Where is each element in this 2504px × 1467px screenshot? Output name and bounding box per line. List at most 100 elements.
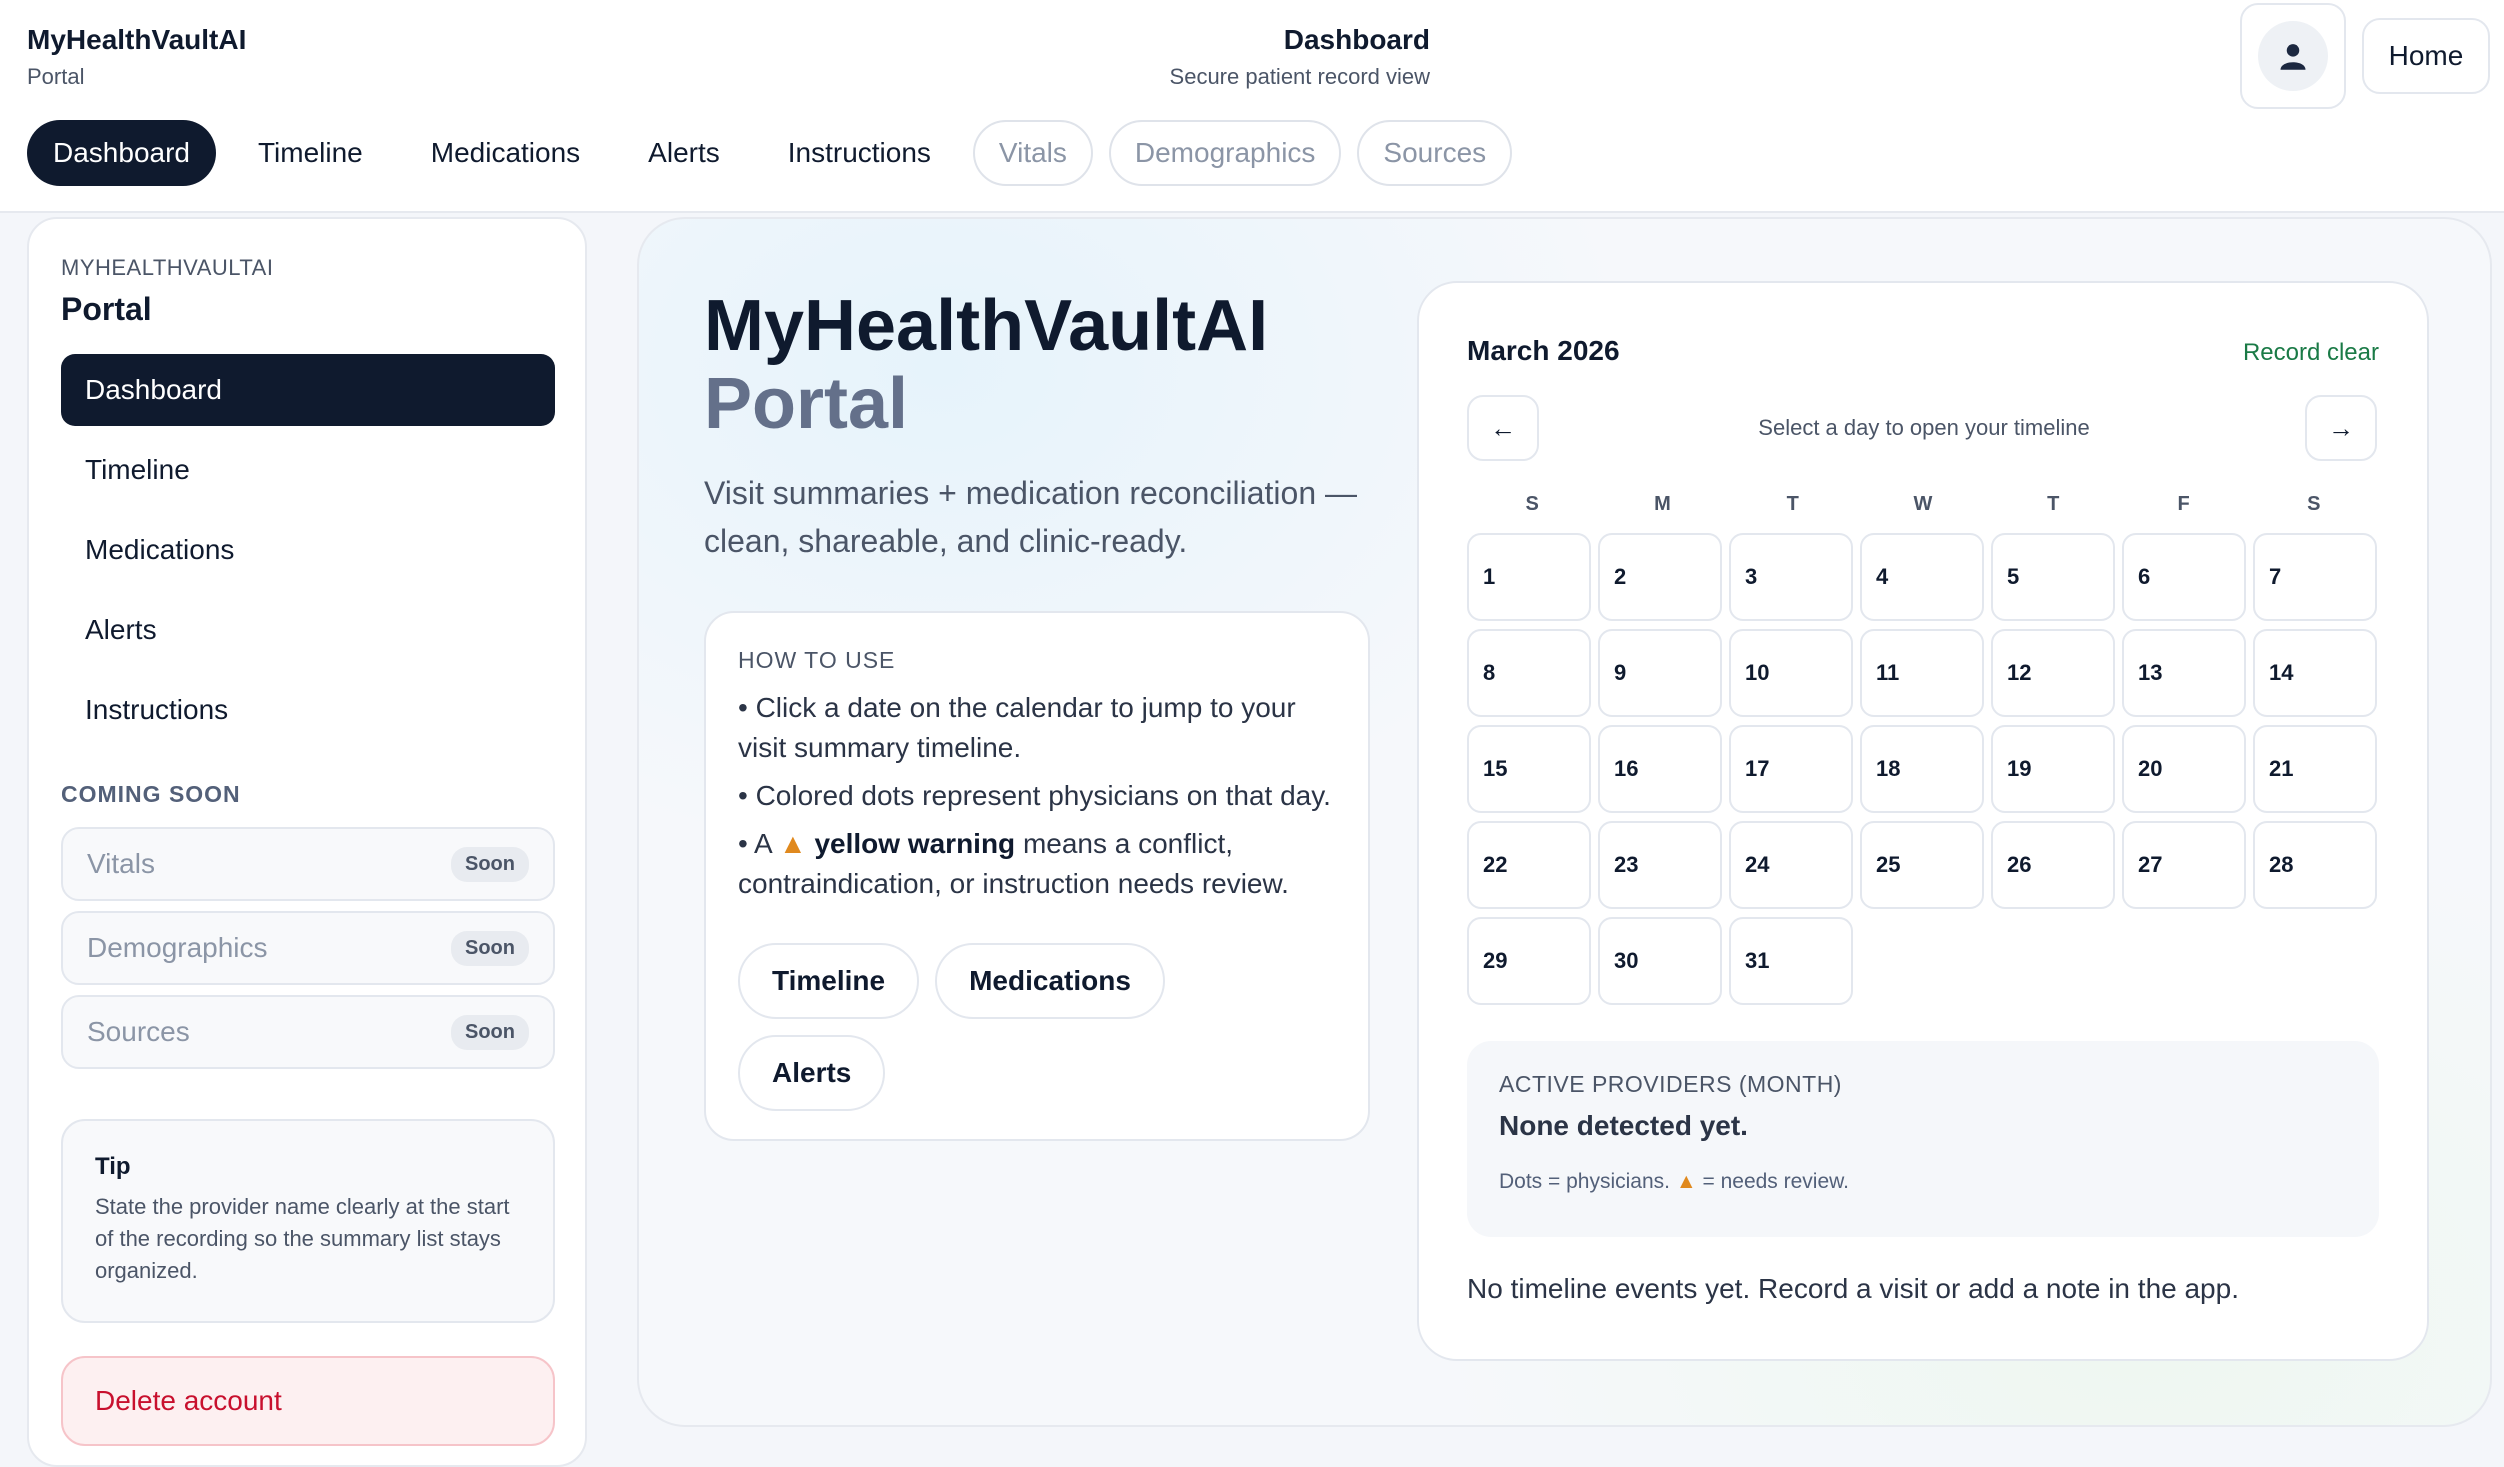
tab-instructions[interactable]: Instructions — [762, 120, 957, 186]
hero-title: MyHealthVaultAI Portal — [704, 287, 1268, 443]
calendar-day[interactable]: 5 — [1991, 533, 2115, 621]
sidebar-item-label: Sources — [87, 1016, 190, 1047]
sidebar-item-label: Vitals — [87, 848, 155, 879]
tab-dashboard[interactable]: Dashboard — [27, 120, 216, 186]
calendar-day[interactable]: 29 — [1467, 917, 1591, 1005]
timeline-button[interactable]: Timeline — [738, 943, 920, 1019]
warning-icon: ▲ — [778, 828, 807, 859]
providers-legend: Dots = physicians. ▲ = needs review. — [1499, 1170, 2347, 1194]
calendar-card: March 2026 Record clear ← Select a day t… — [1417, 281, 2429, 1361]
sidebar-item-dashboard[interactable]: Dashboard — [61, 354, 555, 426]
tab-demographics[interactable]: Demographics — [1108, 120, 1342, 186]
page-title: Dashboard — [1283, 24, 1430, 55]
tab-vitals[interactable]: Vitals — [972, 120, 1093, 186]
calendar-day[interactable]: 18 — [1860, 725, 1984, 813]
hero-description: Visit summaries + medication reconciliat… — [704, 475, 1357, 559]
weekday-label: F — [2177, 493, 2190, 515]
calendar-day[interactable]: 2 — [1598, 533, 1722, 621]
how-to-bullet-prefix: • A — [738, 828, 772, 859]
coming-soon-list: Vitals Soon Demographics Soon Sources So… — [61, 827, 555, 1079]
calendar-day[interactable]: 4 — [1860, 533, 1984, 621]
warning-icon: ▲ — [1675, 1170, 1697, 1193]
app-subtitle: Portal — [27, 64, 85, 89]
calendar-day[interactable]: 9 — [1598, 629, 1722, 717]
sidebar-item-instructions[interactable]: Instructions — [61, 674, 555, 746]
alerts-button[interactable]: Alerts — [738, 1035, 886, 1111]
calendar-day[interactable]: 21 — [2253, 725, 2377, 813]
legend-text: Dots = physicians. — [1499, 1170, 1670, 1193]
calendar-day[interactable]: 25 — [1860, 821, 1984, 909]
tab-timeline[interactable]: Timeline — [232, 120, 389, 186]
how-to-bullet-bold: yellow warning — [814, 828, 1016, 859]
calendar-month: March 2026 — [1467, 335, 1620, 366]
calendar-day[interactable]: 6 — [2122, 533, 2246, 621]
timeline-empty-message: No timeline events yet. Record a visit o… — [1467, 1273, 2239, 1304]
calendar-day[interactable]: 11 — [1860, 629, 1984, 717]
sidebar-brand-title: Portal — [61, 291, 152, 327]
profile-button[interactable] — [2240, 3, 2346, 109]
how-to-use-heading: HOW TO USE — [738, 647, 896, 673]
calendar-day[interactable]: 7 — [2253, 533, 2377, 621]
prev-month-button[interactable]: ← — [1467, 395, 1539, 461]
calendar-day[interactable]: 14 — [2253, 629, 2377, 717]
sidebar-item-vitals[interactable]: Vitals Soon — [61, 827, 555, 901]
avatar — [2258, 21, 2328, 91]
calendar-day[interactable]: 22 — [1467, 821, 1591, 909]
tab-sources[interactable]: Sources — [1357, 120, 1513, 186]
page-subtitle: Secure patient record view — [1169, 64, 1430, 89]
tab-medications[interactable]: Medications — [405, 120, 606, 186]
calendar-day[interactable]: 8 — [1467, 629, 1591, 717]
calendar-day[interactable]: 23 — [1598, 821, 1722, 909]
calendar-day[interactable]: 1 — [1467, 533, 1591, 621]
how-to-bullet: • A ▲ yellow warning means a conflict, c… — [738, 824, 1336, 904]
calendar-day[interactable]: 19 — [1991, 725, 2115, 813]
legend-text: = needs review. — [1702, 1170, 1849, 1193]
hero-title-line2: Portal — [704, 364, 909, 444]
weekday-label: W — [1913, 493, 1933, 515]
how-to-use-card: HOW TO USE • Click a date on the calenda… — [704, 611, 1370, 1141]
active-providers-panel: ACTIVE PROVIDERS (MONTH) None detected y… — [1467, 1041, 2379, 1237]
sidebar-item-label: Demographics — [87, 932, 268, 963]
tab-alerts[interactable]: Alerts — [622, 120, 746, 186]
calendar-day[interactable]: 10 — [1729, 629, 1853, 717]
calendar-day[interactable]: 3 — [1729, 533, 1853, 621]
sidebar-item-alerts[interactable]: Alerts — [61, 594, 555, 666]
calendar-day[interactable]: 27 — [2122, 821, 2246, 909]
calendar-hint: Select a day to open your timeline — [1758, 415, 2090, 440]
sidebar-item-medications[interactable]: Medications — [61, 514, 555, 586]
providers-value: None detected yet. — [1499, 1110, 1748, 1141]
sidebar-brand-kicker: MYHEALTHVAULTAI — [61, 255, 274, 280]
delete-account-button[interactable]: Delete account — [61, 1356, 555, 1446]
next-month-button[interactable]: → — [2305, 395, 2377, 461]
weekday-label: T — [2047, 493, 2060, 515]
tip-body: State the provider name clearly at the s… — [95, 1194, 510, 1283]
soon-badge: Soon — [451, 930, 529, 966]
sidebar-item-timeline[interactable]: Timeline — [61, 434, 555, 506]
page-heading: Dashboard Secure patient record view — [1030, 24, 1430, 90]
calendar-day[interactable]: 16 — [1598, 725, 1722, 813]
main-panel: MyHealthVaultAI Portal Visit summaries +… — [637, 217, 2492, 1427]
medications-button[interactable]: Medications — [935, 943, 1165, 1019]
calendar-day[interactable]: 24 — [1729, 821, 1853, 909]
sidebar-item-sources[interactable]: Sources Soon — [61, 995, 555, 1069]
calendar-day[interactable]: 13 — [2122, 629, 2246, 717]
quick-links: Timeline Medications Alerts — [738, 943, 1338, 1127]
calendar-day[interactable]: 30 — [1598, 917, 1722, 1005]
weekday-header: S M T W T F S — [1467, 493, 2379, 516]
calendar-day[interactable]: 20 — [2122, 725, 2246, 813]
calendar-day[interactable]: 12 — [1991, 629, 2115, 717]
home-button[interactable]: Home — [2362, 18, 2490, 94]
sidebar-brand: MYHEALTHVAULTAI Portal — [61, 255, 273, 328]
calendar-day[interactable]: 15 — [1467, 725, 1591, 813]
calendar-day[interactable]: 17 — [1729, 725, 1853, 813]
weekday-label: T — [1786, 493, 1799, 515]
soon-badge: Soon — [451, 1014, 529, 1050]
record-status: Record clear — [2242, 339, 2379, 366]
calendar-day[interactable]: 31 — [1729, 917, 1853, 1005]
sidebar: MYHEALTHVAULTAI Portal Dashboard Timelin… — [27, 217, 587, 1467]
tip-card: Tip State the provider name clearly at t… — [61, 1119, 555, 1323]
sidebar-item-demographics[interactable]: Demographics Soon — [61, 911, 555, 985]
calendar-day[interactable]: 26 — [1991, 821, 2115, 909]
calendar-day[interactable]: 28 — [2253, 821, 2377, 909]
weekday-label: M — [1654, 493, 1671, 515]
